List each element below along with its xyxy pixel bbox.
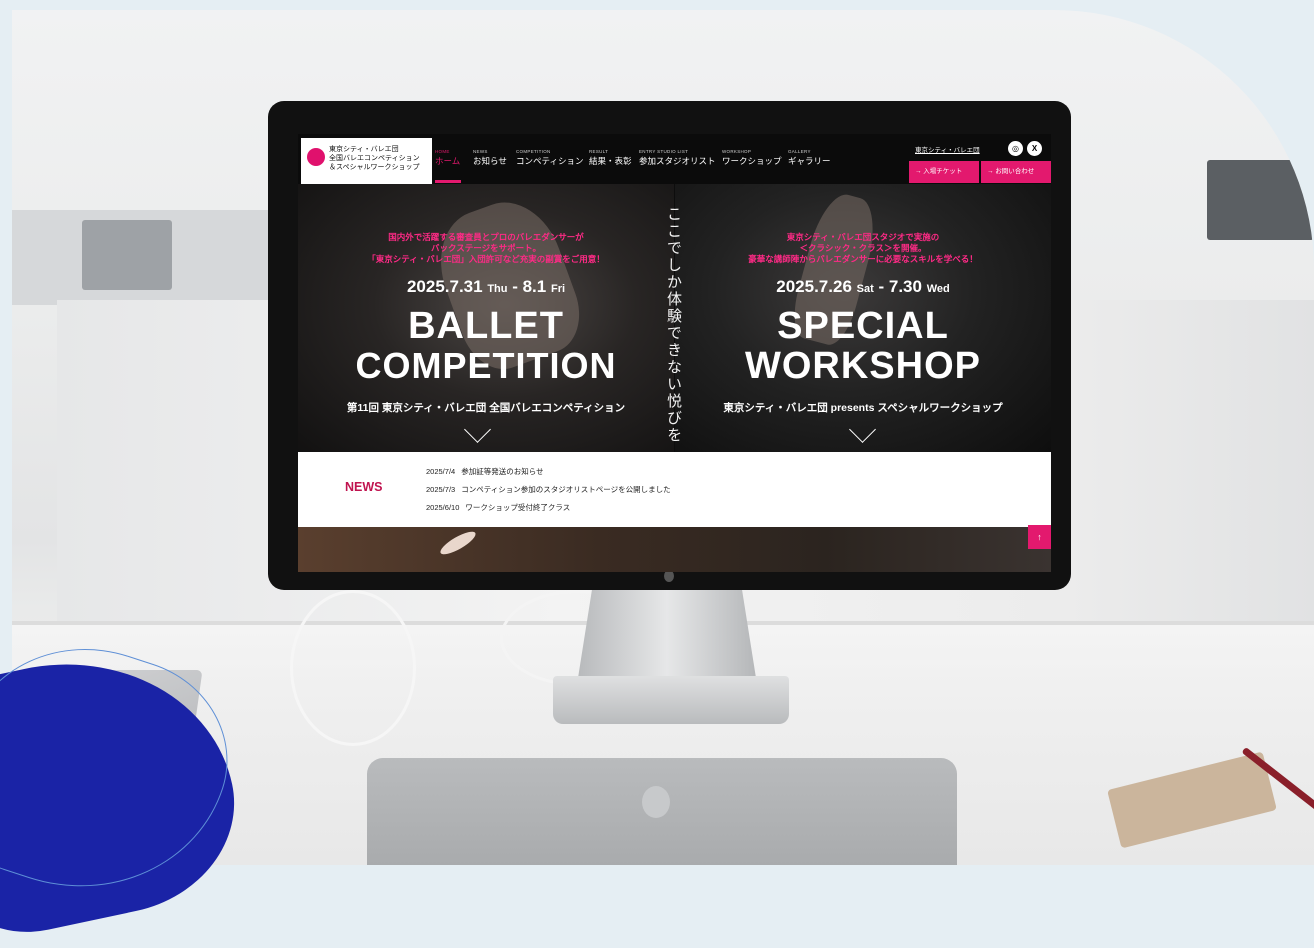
hero-vertical-tagline: ここでしか体験できない悦びを — [665, 206, 683, 444]
workshop-subtitle: 東京シティ・バレエ団 presents スペシャルワークショップ — [723, 402, 1003, 414]
contact-button[interactable]: → お問い合わせ — [981, 161, 1051, 183]
competition-desc-line: バックステージをサポート。 — [431, 243, 541, 253]
back-to-top-button[interactable]: ↑ — [1028, 525, 1051, 549]
website-screen: 東京シティ・バレエ団 全国バレエコンペティション ＆スペシャルワークショップ H… — [298, 134, 1051, 572]
workshop-day-end: Wed — [926, 283, 950, 295]
nav-workshop-jp: ワークショップ — [722, 156, 782, 166]
news-label: NEWS — [345, 480, 383, 494]
cable — [290, 590, 416, 746]
news-item[interactable]: 2025/7/3 コンペティション参加のスタジオリストページを公開しました — [426, 484, 671, 495]
workshop-date-end: - 7.30 — [873, 277, 922, 296]
workshop-dates: 2025.7.26 Sat - 7.30 Wed — [675, 277, 1051, 297]
competition-date-end: - 8.1 — [507, 277, 547, 296]
nav-gallery[interactable]: GALLERY ギャラリー — [788, 149, 831, 167]
background-monitor-right — [1207, 160, 1314, 240]
city-ballet-link[interactable]: 東京シティ・バレエ団 — [915, 144, 980, 154]
workshop-title-line1: SPECIAL — [777, 305, 949, 347]
laptop — [367, 758, 957, 865]
site-logo[interactable]: 東京シティ・バレエ団 全国バレエコンペティション ＆スペシャルワークショップ — [301, 138, 432, 184]
competition-day-start: Thu — [487, 283, 508, 295]
nav-result[interactable]: RESULT 結果・表彰 — [589, 149, 632, 167]
hand-photo — [437, 527, 479, 559]
workshop-date-start: 2025.7.26 — [776, 277, 852, 296]
site-header: 東京シティ・バレエ団 全国バレエコンペティション ＆スペシャルワークショップ H… — [298, 134, 1051, 184]
workshop-title-line2: WORKSHOP — [745, 345, 981, 387]
workshop-desc-line: 豪華な講師陣からバレエダンサーに必要なスキルを学べる！ — [748, 254, 978, 264]
competition-dates: 2025.7.31 Thu - 8.1 Fri — [298, 277, 674, 297]
apple-logo-icon — [642, 786, 670, 818]
workshop-desc-line: 東京シティ・バレエ団スタジオで実施の — [786, 232, 940, 242]
hero-workshop-panel[interactable]: 東京シティ・バレエ団スタジオで実施の ＜クラシック・クラス＞を開催。 豪華な講師… — [675, 184, 1051, 452]
nav-competition[interactable]: COMPETITION コンペティション — [516, 149, 584, 167]
competition-title-line1: BALLET — [408, 305, 564, 347]
news-date: 2025/6/10 — [426, 503, 460, 512]
nav-home[interactable]: HOME ホーム — [435, 149, 460, 167]
workshop-desc-line: ＜クラシック・クラス＞を開催。 — [799, 243, 927, 253]
chevron-down-icon[interactable] — [464, 416, 491, 443]
nav-competition-jp: コンペティション — [516, 156, 584, 166]
logo-text: 東京シティ・バレエ団 全国バレエコンペティション ＆スペシャルワークショップ — [329, 146, 420, 171]
instagram-icon[interactable]: ◎ — [1008, 141, 1023, 156]
competition-description: 国内外で活躍する審査員とプロのバレエダンサーが バックステージをサポート。 「東… — [298, 232, 674, 265]
competition-date-start: 2025.7.31 — [406, 277, 483, 296]
news-date: 2025/7/3 — [426, 485, 456, 494]
news-title: ワークショップ受付終了クラス — [465, 503, 571, 512]
monitor-stand-foot — [553, 676, 789, 724]
background-monitor — [82, 220, 172, 290]
nav-result-jp: 結果・表彰 — [589, 156, 632, 166]
nav-workshop[interactable]: WORKSHOP ワークショップ — [722, 149, 782, 167]
ballet-logo-icon — [307, 148, 325, 166]
x-icon[interactable]: X — [1027, 141, 1042, 156]
hero: 国内外で活躍する審査員とプロのバレエダンサーが バックステージをサポート。 「東… — [298, 184, 1051, 452]
workshop-description: 東京シティ・バレエ団スタジオで実施の ＜クラシック・クラス＞を開催。 豪華な講師… — [675, 232, 1051, 265]
news-title: 参加証等発送のお知らせ — [461, 467, 544, 476]
monitor-stand — [578, 588, 756, 678]
nav-entry-studio-list[interactable]: ENTRY STUDIO LIST 参加スタジオリスト — [639, 149, 716, 167]
next-section-image — [298, 527, 1051, 572]
competition-title-line2: COMPETITION — [355, 345, 617, 386]
workshop-day-start: Sat — [856, 283, 874, 295]
news-item[interactable]: 2025/7/4 参加証等発送のお知らせ — [426, 466, 544, 477]
news-date: 2025/7/4 — [426, 467, 456, 476]
nav-news[interactable]: NEWS お知らせ — [473, 149, 507, 167]
competition-desc-line: 「東京シティ・バレエ団」入団許可など充実の副賞をご用意！ — [367, 254, 605, 264]
nav-entry-jp: 参加スタジオリスト — [639, 156, 716, 166]
nav-news-jp: お知らせ — [473, 156, 507, 166]
nav-active-indicator — [435, 180, 461, 183]
competition-day-end: Fri — [550, 283, 566, 295]
news-section: NEWS 2025/7/4 参加証等発送のお知らせ 2025/7/3 コンペティショ… — [298, 452, 1051, 527]
chevron-down-icon[interactable] — [849, 416, 876, 443]
nav-home-jp: ホーム — [435, 156, 461, 166]
news-item[interactable]: 2025/6/10 ワークショップ受付終了クラス — [426, 502, 570, 513]
competition-desc-line: 国内外で活躍する審査員とプロのバレエダンサーが — [388, 232, 584, 242]
competition-subtitle: 第11回 東京シティ・バレエ団 全国バレエコンペティション — [346, 402, 626, 414]
nav-gallery-jp: ギャラリー — [788, 156, 831, 166]
hero-competition-panel[interactable]: 国内外で活躍する審査員とプロのバレエダンサーが バックステージをサポート。 「東… — [298, 184, 674, 452]
news-title: コンペティション参加のスタジオリストページを公開しました — [461, 485, 671, 494]
ticket-button[interactable]: → 入場チケット — [909, 161, 979, 183]
